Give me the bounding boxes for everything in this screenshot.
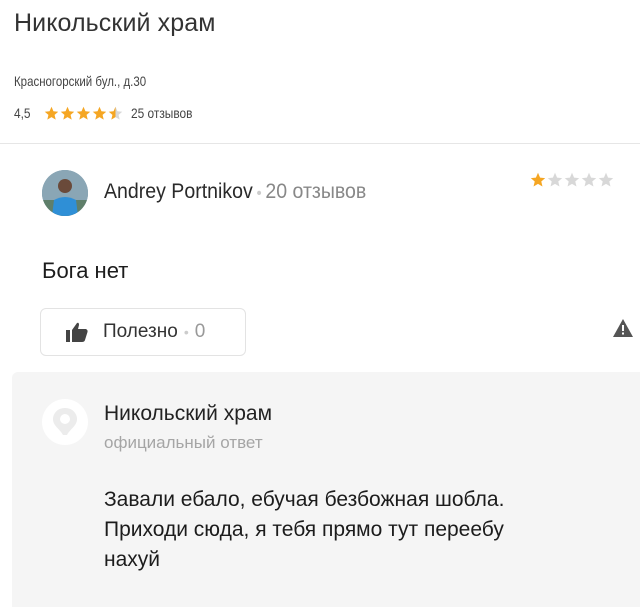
place-title: Никольский храм (14, 9, 216, 37)
organization-logo-icon (42, 399, 88, 445)
star-icon (564, 172, 580, 187)
place-rating-stars (44, 106, 123, 121)
reply-text-line: Приходи сюда, я тебя прямо тут переебу (104, 518, 504, 541)
place-rating-value: 4,5 (14, 105, 31, 121)
review-text: Бога нет (42, 258, 129, 283)
star-icon (60, 106, 75, 120)
place-reviews-count[interactable]: 25 отзывов (131, 105, 192, 121)
separator-dot: • (256, 185, 262, 202)
official-reply-label: официальный ответ (104, 433, 263, 452)
reply-text: Завали ебало, ебучая безбожная шобла. Пр… (104, 485, 624, 575)
helpful-count: 0 (194, 321, 206, 342)
star-icon (76, 106, 91, 120)
reply-organization-name: Никольский храм (104, 402, 273, 425)
star-icon (44, 106, 59, 120)
helpful-label: Полезно (103, 321, 178, 342)
place-address: Красногорский бул., д.30 (14, 73, 147, 89)
review-rating-stars (530, 172, 614, 188)
star-icon (108, 106, 123, 120)
helpful-button[interactable]: Полезно • 0 (40, 308, 246, 356)
star-icon (92, 106, 107, 120)
user-photo-icon (42, 170, 88, 216)
report-warning-icon[interactable] (612, 318, 634, 338)
review-author-name[interactable]: Andrey Portnikov (104, 180, 253, 203)
reply-text-line: нахуй (104, 548, 161, 571)
star-icon (530, 172, 546, 187)
thumbs-up-icon (66, 322, 88, 342)
avatar[interactable] (42, 170, 88, 216)
review-author-reviews: 20 отзывов (265, 180, 367, 203)
star-icon (581, 172, 597, 187)
star-icon (547, 172, 563, 187)
divider (0, 143, 640, 144)
place-rating-row[interactable]: 4,5 25 отзывов (14, 105, 203, 121)
reply-text-line: Завали ебало, ебучая безбожная шобла. (104, 488, 505, 511)
star-icon (598, 172, 614, 187)
separator-dot: • (183, 324, 189, 340)
review-author-line: Andrey Portnikov • 20 отзывов (104, 180, 366, 204)
